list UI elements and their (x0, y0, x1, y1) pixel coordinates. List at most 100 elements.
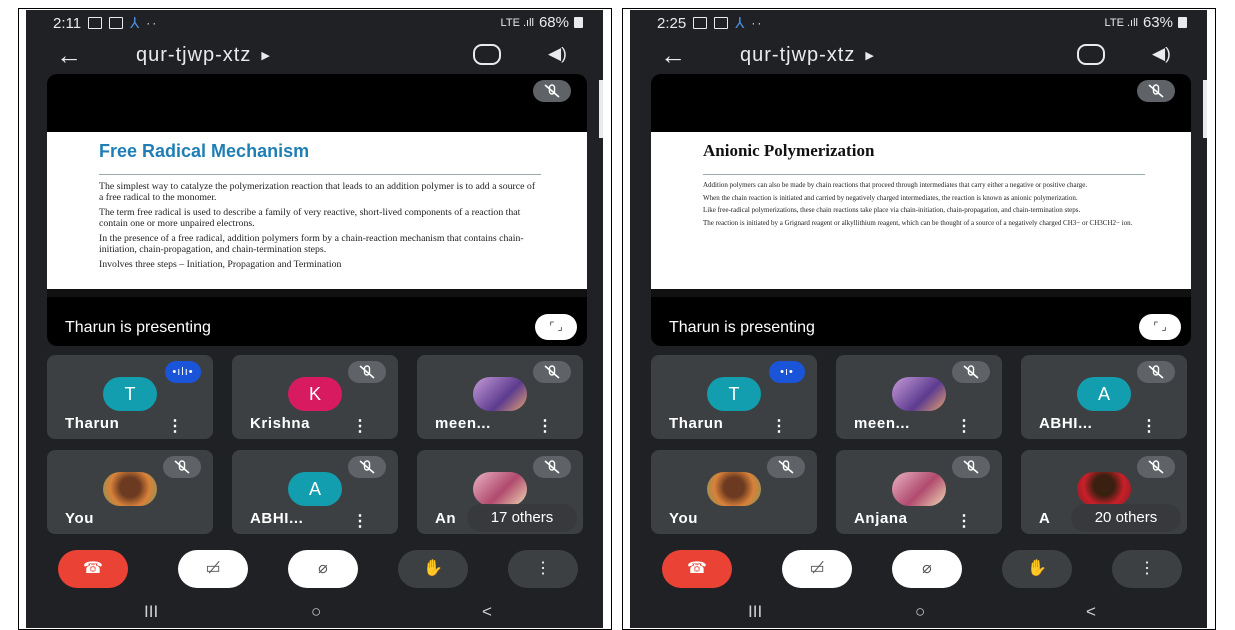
arrow-left-icon[interactable]: ← (56, 42, 82, 68)
slide-paragraph: The simplest way to catalyze the polymer… (99, 181, 536, 203)
slide-paragraph: Like free-radical polymerizations, these… (703, 206, 1081, 214)
status-bar: 2:25 ⅄ ·· LTE .ıll 63% (630, 10, 1207, 36)
avatar: T (707, 377, 761, 411)
mic-off-icon (1137, 361, 1175, 383)
more-vert-icon[interactable]: ⋮ (771, 416, 787, 436)
speaking-indicator-icon: •ılı• (165, 361, 201, 383)
switch-camera-icon[interactable] (1077, 44, 1105, 65)
back-button[interactable]: < (482, 602, 492, 622)
participant-tile[interactable]: K Krishna ⋮ (232, 355, 398, 439)
clock: 2:25 (657, 14, 687, 32)
meeting-code-text: qur-tjwp-xtz (740, 44, 856, 66)
participant-name: Anjana (854, 510, 908, 527)
more-vert-icon[interactable]: ⋮ (352, 511, 368, 531)
participant-tile[interactable]: meen... ⋮ (417, 355, 583, 439)
caret-right-icon: ▶ (865, 50, 875, 63)
participant-tile[interactable]: •ı• T Tharun ⋮ (651, 355, 817, 439)
participant-name: Tharun (65, 415, 120, 432)
participant-name: A (1039, 510, 1051, 527)
avatar: A (288, 472, 342, 506)
slide-divider (99, 174, 541, 175)
participant-name: You (669, 510, 699, 527)
participant-tile[interactable]: A ABHI... ⋮ (1021, 355, 1187, 439)
battery-icon (574, 17, 583, 28)
participant-tile[interactable]: A ABHI... ⋮ (232, 450, 398, 534)
participant-tile[interactable]: You (47, 450, 213, 534)
participant-tile[interactable]: Anjana ⋮ (836, 450, 1002, 534)
avatar-photo (473, 472, 527, 506)
more-vert-icon[interactable]: ⋮ (1112, 550, 1182, 588)
meeting-code[interactable]: qur-tjwp-xtz ▶ (136, 44, 271, 67)
participant-name: meen... (854, 415, 910, 432)
more-vert-icon[interactable]: ⋮ (956, 511, 972, 531)
speaker-icon[interactable]: ◀) (1152, 44, 1171, 64)
presenter-label: Tharun is presenting (669, 319, 815, 336)
mic-off-icon (533, 456, 571, 478)
more-notifications: ·· (146, 16, 159, 30)
participant-name: Tharun (669, 415, 724, 432)
slide-paragraph: Involves three steps – Initiation, Propa… (99, 259, 342, 270)
mic-off-icon (952, 456, 990, 478)
avatar-photo (1077, 472, 1131, 506)
mic-off-icon (348, 361, 386, 383)
shared-slide: Free Radical Mechanism The simplest way … (47, 132, 587, 297)
participant-name: meen... (435, 415, 491, 432)
slide-title: Free Radical Mechanism (99, 141, 310, 161)
app-icon: ⅄ (130, 15, 140, 32)
participant-tile[interactable]: •ılı• T Tharun ⋮ (47, 355, 213, 439)
mic-off-icon (163, 456, 201, 478)
more-vert-icon[interactable]: ⋮ (537, 416, 553, 436)
fullscreen-icon[interactable]: ⌜ ⌟ (535, 314, 577, 340)
slide-divider (703, 174, 1145, 175)
more-vert-icon[interactable]: ⋮ (352, 416, 368, 436)
others-tile[interactable]: A 20 others (1021, 450, 1187, 534)
camera-off-icon[interactable]: ▭̸ (782, 550, 852, 588)
slide-paragraph: The reaction is initiated by a Grignard … (703, 218, 1133, 227)
presentation-tile: Free Radical Mechanism The simplest way … (47, 74, 587, 346)
image-icon (714, 17, 729, 29)
more-vert-icon[interactable]: ⋮ (167, 416, 183, 436)
meeting-code-text: qur-tjwp-xtz (136, 44, 252, 66)
speaking-indicator-icon: •ı• (769, 361, 805, 383)
slide-paragraph: Addition polymers can also be made by ch… (703, 181, 1088, 189)
recents-button[interactable]: III (748, 602, 762, 622)
mic-off-icon (348, 456, 386, 478)
call-controls: ☎ ▭̸ ⌀ ✋ ⋮ (630, 550, 1207, 590)
end-call-icon[interactable]: ☎ (662, 550, 732, 588)
more-vert-icon[interactable]: ⋮ (956, 416, 972, 436)
slide-body: The simplest way to catalyze the polymer… (99, 181, 541, 276)
camera-off-icon[interactable]: ▭̸ (178, 550, 248, 588)
mic-off-icon[interactable]: ⌀ (892, 550, 962, 588)
others-count[interactable]: 20 others (1071, 504, 1181, 532)
raise-hand-icon[interactable]: ✋ (1002, 550, 1072, 588)
participant-tile[interactable]: You (651, 450, 817, 534)
more-vert-icon[interactable]: ⋮ (508, 550, 578, 588)
fullscreen-icon[interactable]: ⌜ ⌟ (1139, 314, 1181, 340)
participant-name: You (65, 510, 95, 527)
others-tile[interactable]: An 17 others (417, 450, 583, 534)
arrow-left-icon[interactable]: ← (660, 42, 686, 68)
slide-paragraph: The term free radical is used to describ… (99, 207, 521, 229)
speaker-icon[interactable]: ◀) (548, 44, 567, 64)
mic-off-icon[interactable]: ⌀ (288, 550, 358, 588)
shared-slide: Anionic Polymerization Addition polymers… (651, 132, 1191, 297)
avatar-photo (473, 377, 527, 411)
participant-tile[interactable]: meen... ⋮ (836, 355, 1002, 439)
home-button[interactable]: ○ (915, 602, 925, 622)
network-indicator: LTE .ıll (1104, 16, 1138, 29)
back-button[interactable]: < (1086, 602, 1096, 622)
presentation-tile: Anionic Polymerization Addition polymers… (651, 74, 1191, 346)
more-vert-icon[interactable]: ⋮ (1141, 416, 1157, 436)
end-call-icon[interactable]: ☎ (58, 550, 128, 588)
recents-button[interactable]: III (144, 602, 158, 622)
switch-camera-icon[interactable] (473, 44, 501, 65)
home-button[interactable]: ○ (311, 602, 321, 622)
raise-hand-icon[interactable]: ✋ (398, 550, 468, 588)
others-count[interactable]: 17 others (467, 504, 577, 532)
phone-screen: 2:11 ⅄ ·· LTE .ıll 68% ← qur-tjwp-xtz ▶ ◀) F… (26, 10, 603, 628)
scroll-indicator (1203, 80, 1207, 138)
clock: 2:11 (53, 14, 82, 32)
meeting-code[interactable]: qur-tjwp-xtz ▶ (740, 44, 875, 67)
mic-off-icon (533, 361, 571, 383)
mic-off-icon (767, 456, 805, 478)
